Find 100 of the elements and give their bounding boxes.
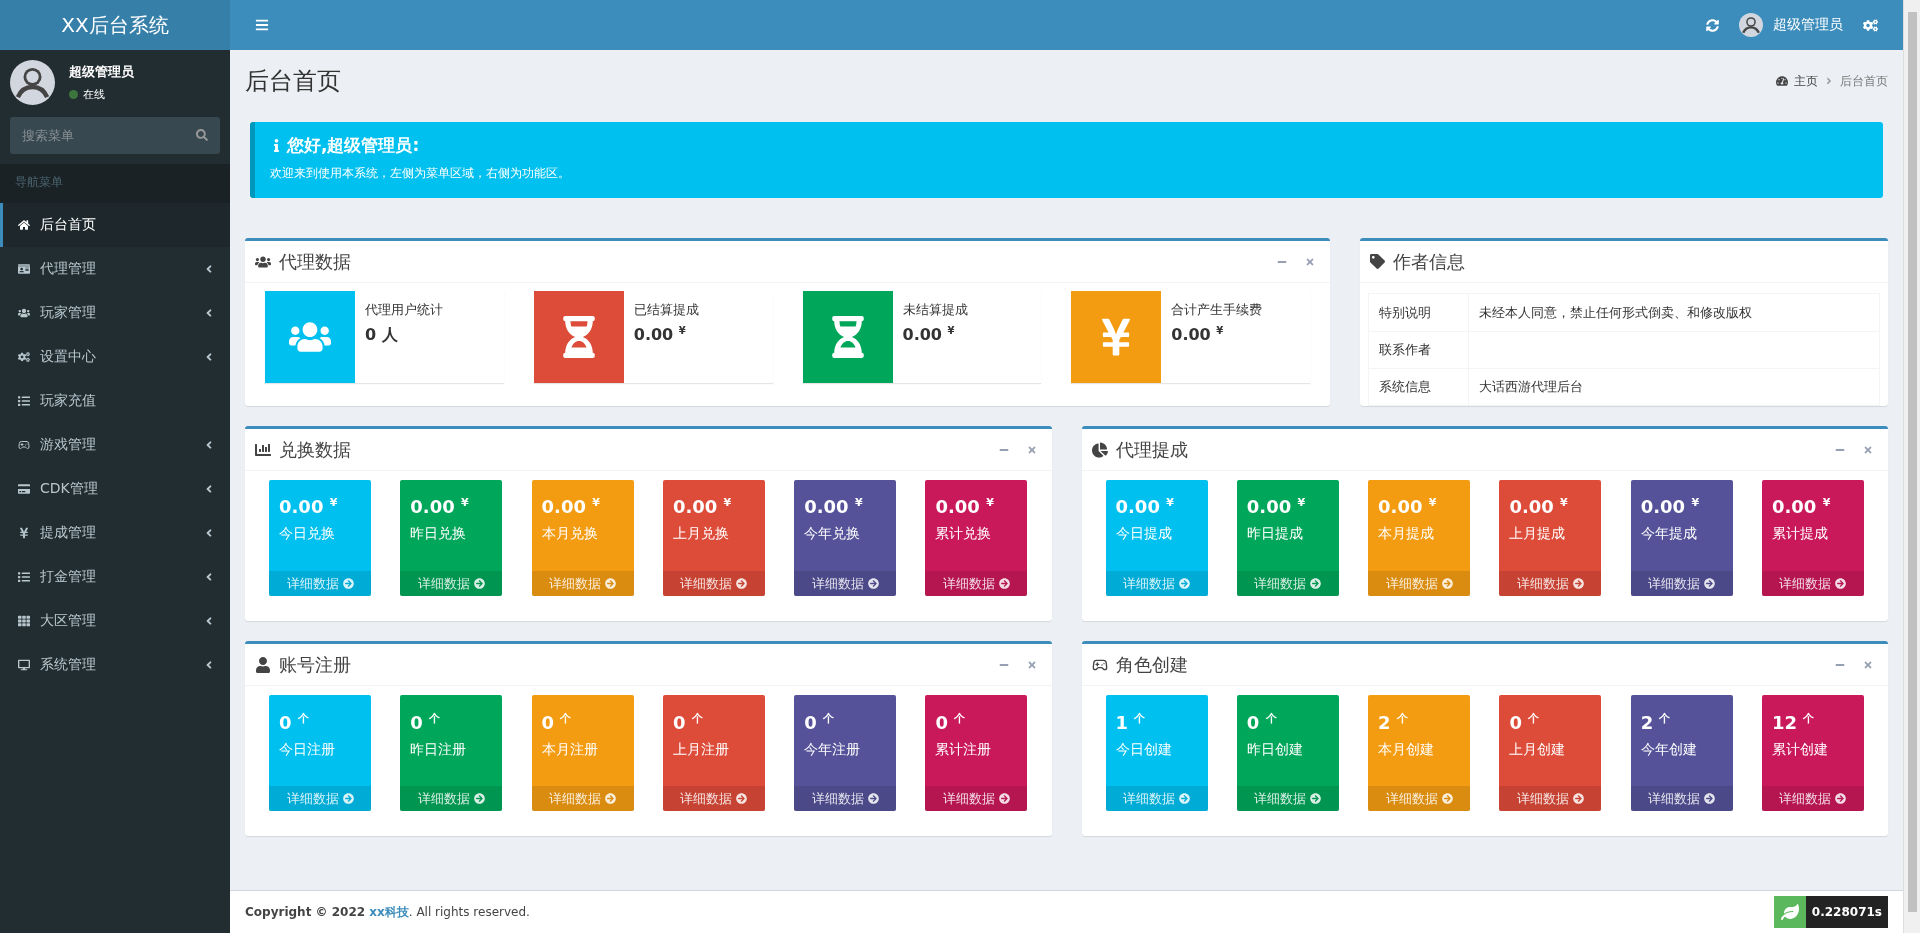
sidebar-item[interactable]: 提成管理 [0, 511, 230, 555]
info-label: 已结算提成 [633, 301, 699, 319]
sidebar-item[interactable]: 后台首页 [0, 203, 230, 247]
stat-label: 本月注册 [540, 740, 599, 759]
copyright-text: Copyright © 2022 xx科技. All rights reserved. [245, 903, 530, 921]
grid-icon [18, 615, 30, 627]
breadcrumb-link[interactable]: 主页 [1794, 72, 1818, 90]
close-icon [1305, 256, 1315, 267]
monitor-icon [18, 659, 30, 671]
sidebar-item[interactable]: CDK管理 [0, 467, 230, 511]
stat-value: 0.00 $^{¥}$ [409, 495, 470, 517]
details-link[interactable]: 详细数据 [1630, 786, 1733, 811]
info-label: 代理用户统计 [365, 301, 443, 319]
details-link[interactable]: 详细数据 [1762, 571, 1864, 596]
details-link[interactable]: 详细数据 [1762, 786, 1864, 811]
scrollbar[interactable] [1903, 0, 1920, 933]
dashboard-icon [1776, 75, 1788, 87]
stat-value: 2 $^{个}$ [1377, 711, 1409, 733]
sidebar-item[interactable]: 游戏管理 [0, 423, 230, 467]
panel-title: 账号注册 [279, 652, 352, 677]
stat-value: 0.00 $^{¥}$ [1245, 495, 1307, 517]
details-link[interactable]: 详细数据 [662, 786, 765, 811]
list-icon [18, 571, 30, 583]
trace-button[interactable] [1773, 896, 1806, 928]
info-value: 0.00 $^{¥}$ [633, 325, 687, 345]
details-link[interactable]: 详细数据 [1630, 571, 1733, 596]
stat-label: 本月提成 [1377, 524, 1436, 543]
table-cell: 联系作者 [1369, 332, 1469, 368]
user-status: 在线 [83, 87, 105, 102]
menu-icon [255, 18, 269, 32]
search-field[interactable]: 搜索菜单 [10, 117, 220, 154]
stat-value: 0 $^{个}$ [671, 711, 704, 733]
gears-icon [18, 351, 30, 363]
panel-title: 代理数据 [279, 249, 352, 274]
details-link[interactable]: 详细数据 [1236, 786, 1339, 811]
chevron-icon [1824, 76, 1834, 86]
table-cell-text: 大话西游代理后台 [1478, 378, 1584, 396]
gamepad-icon [18, 439, 30, 451]
sidebar-item[interactable]: 玩家充值 [0, 379, 230, 423]
page-title: 后台首页 [245, 66, 341, 97]
stat-label: 今日创建 [1114, 740, 1173, 759]
sidebar-item[interactable]: 玩家管理 [0, 291, 230, 335]
tag-icon [1370, 254, 1385, 269]
stat-label: 累计兑换 [934, 524, 993, 543]
info-value: 0.00 $^{¥}$ [1171, 325, 1225, 345]
details-link[interactable]: 详细数据 [1499, 571, 1602, 596]
search-icon[interactable] [196, 129, 208, 141]
stat-label: 昨日提成 [1245, 524, 1304, 543]
details-link[interactable]: 详细数据 [925, 786, 1028, 811]
breadcrumb-link[interactable]: 后台首页 [1840, 72, 1888, 90]
stat-label: 上月创建 [1508, 740, 1567, 759]
stat-label: 上月兑换 [671, 524, 730, 543]
table-cell-text: 未经本人同意，禁止任何形式倒卖、和修改版权 [1478, 303, 1753, 322]
user-menu[interactable]: 超级管理员 [1729, 0, 1853, 50]
stat-label: 本月创建 [1377, 740, 1436, 759]
sidebar-item[interactable]: 打金管理 [0, 555, 230, 599]
stat-value: 0.00 $^{¥}$ [1114, 495, 1175, 517]
details-link[interactable]: 详细数据 [1499, 786, 1602, 811]
stat-value: 0 $^{个}$ [409, 711, 442, 733]
close-icon [1863, 444, 1873, 455]
app-logo[interactable]: XX后台系统 [0, 0, 230, 50]
stat-label: 昨日注册 [409, 740, 468, 759]
details-link[interactable]: 详细数据 [662, 571, 765, 596]
sidebar-item[interactable]: 系统管理 [0, 643, 230, 687]
stat-value: 0.00 $^{¥}$ [540, 495, 601, 517]
details-link[interactable]: 详细数据 [1236, 571, 1339, 596]
details-link[interactable]: 详细数据 [794, 786, 897, 811]
details-link[interactable]: 详细数据 [400, 786, 503, 811]
details-link[interactable]: 详细数据 [400, 571, 503, 596]
stat-label: 今日提成 [1114, 524, 1173, 543]
stat-label: 昨日兑换 [409, 524, 468, 543]
company-link[interactable]: xx科技 [369, 904, 409, 919]
panel-title: 兑换数据 [279, 437, 352, 462]
details-link[interactable]: 详细数据 [925, 571, 1028, 596]
sidebar-item[interactable]: 大区管理 [0, 599, 230, 643]
panel-title: 代理提成 [1115, 437, 1189, 462]
refresh-icon [1706, 18, 1719, 32]
stat-value: 0.00 $^{¥}$ [1377, 495, 1438, 517]
stat-label: 昨日创建 [1245, 740, 1304, 759]
stat-label: 今年注册 [803, 740, 862, 759]
home-icon [18, 219, 30, 231]
stat-label: 累计提成 [1771, 524, 1829, 543]
close-icon [1863, 659, 1873, 670]
user-name: 超级管理员 [69, 63, 134, 81]
stat-value: 2 $^{个}$ [1639, 711, 1672, 733]
users-icon [18, 307, 30, 319]
leaf-icon [1780, 903, 1799, 921]
sidebar-item[interactable]: 代理管理 [0, 247, 230, 291]
stat-value: 0 $^{个}$ [1508, 711, 1541, 733]
avatar-icon [1739, 13, 1763, 37]
stat-value: 0 $^{个}$ [803, 711, 835, 733]
stat-label: 今日注册 [278, 740, 336, 759]
details-link[interactable]: 详细数据 [794, 571, 897, 596]
stat-value: 0.00 $^{¥}$ [1639, 495, 1701, 517]
info-label: 合计产生手续费 [1171, 301, 1263, 319]
table-cell: 特别说明 [1369, 294, 1469, 331]
yen-icon [18, 527, 30, 539]
sidebar-item[interactable]: 设置中心 [0, 335, 230, 379]
stat-value: 0 $^{个}$ [1245, 711, 1278, 733]
stat-label: 上月注册 [671, 740, 730, 759]
